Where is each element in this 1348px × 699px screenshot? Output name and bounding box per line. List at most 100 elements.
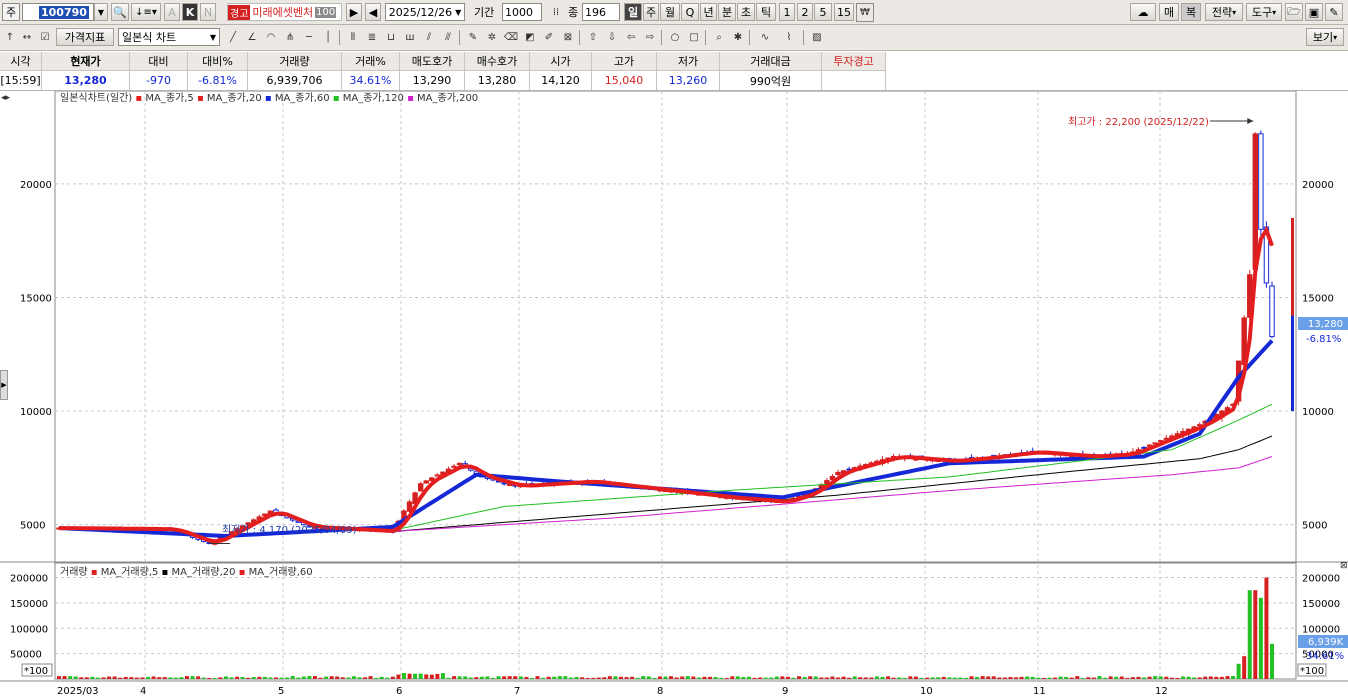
buy-button[interactable]: 매 [1159, 3, 1179, 21]
save-button[interactable]: ▣ [1305, 3, 1323, 21]
text-icon[interactable]: ✐ [540, 28, 558, 47]
legend-swatch: ▪ [88, 567, 101, 578]
timeframe-button[interactable]: 틱 [756, 3, 776, 21]
timeframe-button[interactable]: 초 [737, 3, 755, 21]
timeframe-button[interactable]: 일 [624, 3, 642, 21]
cloud-button[interactable]: ☁ [1130, 3, 1156, 21]
close-pane-icon[interactable]: ⊠ [1340, 561, 1348, 571]
search-button[interactable]: 🔍 [111, 3, 129, 21]
magic-icon[interactable]: ✲ [483, 28, 501, 47]
side-panel-toggle[interactable]: ▶ [0, 370, 8, 400]
volume-bar [635, 677, 640, 679]
a-button[interactable]: A [164, 3, 180, 21]
period-input[interactable]: 1000 [502, 3, 542, 21]
strategy-button[interactable]: 전략 ▾ [1205, 3, 1243, 21]
angle-icon[interactable]: ∠ [243, 28, 261, 47]
n-button[interactable]: N [200, 3, 216, 21]
quote-value: 34.61% [342, 71, 400, 90]
volume-bar [1208, 676, 1213, 679]
circle-icon[interactable]: ○ [666, 28, 684, 47]
cloud-icon: ☁ [1137, 5, 1149, 19]
hline-icon[interactable]: ─ [300, 28, 318, 47]
volume-tick-label-left: 150000 [10, 599, 48, 610]
date-input[interactable]: 2025/12/26 ▼ [385, 3, 465, 21]
sort-button[interactable]: ↓≡▾ [131, 3, 161, 21]
scroll-arrows-icon[interactable]: ◂▸ [1, 93, 11, 103]
volume-tick-label-left: 100000 [10, 624, 48, 635]
timeframe-button[interactable]: 1 [779, 3, 795, 21]
open-folder-button[interactable]: 🗁 [1285, 3, 1303, 21]
line-icon[interactable]: ╱ [224, 28, 242, 47]
zoom-icon[interactable]: ⌕ [710, 28, 728, 47]
stock-chart[interactable]: 2025/03 4 5 6 7 8 9 10 11 12 5000 5000 10000 10000 150… [0, 91, 1348, 699]
grid-vlines-icon[interactable]: ⦀ [344, 28, 362, 47]
price-tick-label-left: 10000 [20, 407, 52, 418]
count-input[interactable]: 196 [582, 3, 620, 21]
tools-button[interactable]: 도구 ▾ [1246, 3, 1282, 21]
volume-bar [563, 676, 568, 679]
volume-bar [246, 677, 251, 679]
fan-icon[interactable]: ⋔ [281, 28, 299, 47]
parallel-icon[interactable]: ⫽ [420, 28, 438, 47]
settings-button[interactable]: ✎ [1325, 3, 1343, 21]
wave-icon[interactable]: ∿ [754, 28, 776, 47]
volume-bar [596, 677, 601, 679]
rect-icon[interactable]: □ [685, 28, 703, 47]
k-button[interactable]: K [182, 3, 198, 21]
edit-icon[interactable]: ☑ [36, 28, 54, 47]
left-arrow-icon[interactable]: ⇦ [622, 28, 640, 47]
channel-icon[interactable]: ⫻ [439, 28, 457, 47]
market-selector[interactable]: 주 [2, 3, 20, 21]
arrow-up-icon[interactable]: ↑ [1, 28, 19, 47]
volume-bar [1064, 676, 1069, 679]
zigzag-icon[interactable]: ⌇ [778, 28, 800, 47]
volume-bar [446, 677, 451, 679]
image-icon[interactable]: ▨ [808, 28, 826, 47]
volume-bar [785, 676, 790, 679]
fill-icon[interactable]: ◩ [521, 28, 539, 47]
timeframe-button[interactable]: 년 [700, 3, 717, 21]
up-arrow-icon[interactable]: ⇧ [584, 28, 602, 47]
right-arrow-icon[interactable]: ⇨ [641, 28, 659, 47]
market-label: 주 [5, 6, 17, 19]
timeframe-button[interactable]: Q [681, 3, 699, 21]
volume-bar [429, 674, 434, 679]
timeframe-button[interactable]: 분 [718, 3, 736, 21]
timeframe-button[interactable]: 주 [643, 3, 659, 21]
prev-button[interactable]: ◀ [365, 3, 381, 21]
copy-button[interactable]: 복 [1181, 3, 1201, 21]
pitchfork-icon[interactable]: ш [401, 28, 419, 47]
next-button[interactable]: ▶ [346, 3, 362, 21]
quote-header: 저가 [657, 52, 720, 71]
code-dropdown-button[interactable]: ▼ [94, 3, 108, 21]
lines-icon[interactable]: ≣ [363, 28, 381, 47]
grid-icon[interactable]: ⁞⁞ [547, 3, 565, 22]
chart-type-select[interactable]: 일본식 차트 ▼ [118, 28, 220, 46]
price-indicator-button[interactable]: 가격지표 [56, 28, 114, 46]
down-arrow-icon[interactable]: ⇩ [603, 28, 621, 47]
cross-icon[interactable]: ⊠ [559, 28, 577, 47]
pencil-icon[interactable]: ✎ [464, 28, 482, 47]
timeframe-button[interactable]: 2 [797, 3, 813, 21]
bug-icon[interactable]: ✱ [729, 28, 747, 47]
view-button[interactable]: 보기 ▾ [1306, 28, 1344, 46]
timeframe-button[interactable]: 월 [660, 3, 680, 21]
stock-code-input[interactable]: 100790 [22, 3, 94, 21]
candle-body [417, 483, 424, 492]
eraser-icon[interactable]: ⌫ [502, 28, 520, 47]
move-icon[interactable]: ↔ [18, 28, 36, 47]
volume-bar [546, 676, 551, 679]
wave-icon[interactable]: ₩ [856, 3, 874, 22]
volume-bar [257, 676, 262, 679]
vline-icon[interactable]: │ [319, 28, 337, 47]
timeframe-button[interactable]: 5 [814, 3, 832, 21]
arc-icon[interactable]: ◠ [262, 28, 280, 47]
timeframe-button[interactable]: 15 [834, 3, 854, 21]
candle-body [451, 465, 457, 468]
volume-bar [763, 677, 768, 679]
timeframe-label: 15 [837, 5, 851, 19]
volume-bar [507, 676, 512, 679]
bars-icon[interactable]: ⊔ [382, 28, 400, 47]
scale-note-right: *100 [1300, 666, 1324, 677]
volume-bar [279, 677, 284, 679]
